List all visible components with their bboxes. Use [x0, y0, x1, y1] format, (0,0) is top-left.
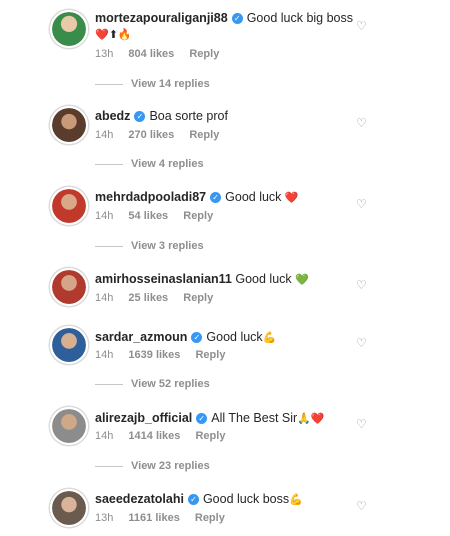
verified-badge-icon: ✓	[231, 13, 243, 24]
view-replies-button[interactable]: View 4 replies	[95, 158, 204, 170]
comment-time: 14h	[95, 430, 114, 442]
avatar[interactable]	[50, 10, 88, 48]
comment-likes[interactable]: 1161 likes	[128, 512, 179, 524]
heart-icon[interactable]: ♡	[356, 198, 368, 210]
avatar[interactable]	[50, 326, 88, 364]
heart-icon[interactable]: ♡	[356, 279, 368, 291]
heart-icon[interactable]: ♡	[356, 20, 368, 32]
reply-button[interactable]: Reply	[195, 430, 225, 442]
avatar[interactable]	[50, 268, 88, 306]
divider-line	[95, 465, 123, 467]
reply-button[interactable]: Reply	[183, 292, 213, 304]
comment-text: Good luck big boss	[246, 11, 353, 25]
view-replies-button[interactable]: View 14 replies	[95, 78, 210, 90]
view-replies-button[interactable]: View 52 replies	[95, 378, 210, 390]
comment-time: 13h	[95, 512, 114, 524]
reply-button[interactable]: Reply	[183, 210, 213, 222]
comment-emoji: ❤️⬆🔥	[95, 29, 132, 41]
comment-time: 14h	[95, 292, 114, 304]
heart-icon[interactable]: ♡	[356, 500, 368, 512]
comment-meta: 14h 25 likes Reply	[95, 292, 225, 304]
divider-line	[95, 245, 123, 247]
divider-line	[95, 83, 123, 85]
verified-badge-icon: ✓	[134, 111, 146, 122]
comment-time: 14h	[95, 210, 114, 222]
comment-meta: 14h 270 likes Reply	[95, 129, 231, 141]
comment-meta: 14h 54 likes Reply	[95, 210, 225, 222]
comment-username[interactable]: alirezajb_official	[95, 411, 192, 425]
comment-likes[interactable]: 1414 likes	[128, 430, 180, 442]
view-replies-button[interactable]: View 3 replies	[95, 240, 204, 252]
comment-text: Good luck	[235, 272, 292, 286]
comment-meta: 13h 1161 likes Reply	[95, 512, 237, 524]
comment-text: Good luck	[206, 330, 263, 344]
verified-badge-icon: ✓	[191, 332, 203, 343]
avatar[interactable]	[50, 187, 88, 225]
comment-emoji: 💚	[295, 274, 309, 286]
heart-icon[interactable]: ♡	[356, 117, 368, 129]
comment-time: 13h	[95, 48, 114, 60]
comment-username[interactable]: amirhosseinaslanian11	[95, 272, 232, 286]
reply-button[interactable]: Reply	[195, 349, 225, 361]
comment-emoji: 💪	[289, 494, 303, 506]
comment-meta: 13h 804 likes Reply	[95, 48, 231, 60]
comment-likes[interactable]: 270 likes	[128, 129, 174, 141]
comment-likes[interactable]: 25 likes	[128, 292, 168, 304]
comment-likes[interactable]: 54 likes	[128, 210, 168, 222]
verified-badge-icon: ✓	[187, 494, 199, 505]
comment-text: Boa sorte prof	[149, 109, 228, 123]
comment-emoji: ❤️	[284, 192, 299, 204]
avatar[interactable]	[50, 106, 88, 144]
comment-likes[interactable]: 1639 likes	[128, 349, 180, 361]
avatar[interactable]	[50, 489, 88, 527]
comment-text: Good luck	[225, 190, 282, 204]
comment-meta: 14h 1639 likes Reply	[95, 349, 237, 361]
comment-username[interactable]: mehrdadpooladi87	[95, 190, 206, 204]
reply-button[interactable]: Reply	[189, 48, 219, 60]
comment-username[interactable]: saeedezatolahi	[95, 492, 184, 506]
reply-button[interactable]: Reply	[195, 512, 225, 524]
comment-time: 14h	[95, 349, 114, 361]
comment-time: 14h	[95, 129, 114, 141]
divider-line	[95, 163, 123, 165]
reply-button[interactable]: Reply	[189, 129, 219, 141]
avatar[interactable]	[50, 407, 88, 445]
comment-text: All The Best Sir	[211, 411, 298, 425]
comment-meta: 14h 1414 likes Reply	[95, 430, 237, 442]
verified-badge-icon: ✓	[196, 413, 208, 424]
heart-icon[interactable]: ♡	[356, 337, 368, 349]
comment-text: Good luck boss	[202, 492, 290, 506]
comment-emoji: 💪	[262, 332, 277, 344]
comment-username[interactable]: mortezapouraliganji88	[95, 11, 228, 25]
verified-badge-icon: ✓	[210, 192, 222, 203]
comment-likes[interactable]: 804 likes	[128, 48, 174, 60]
view-replies-button[interactable]: View 23 replies	[95, 460, 210, 472]
comment-username[interactable]: sardar_azmoun	[95, 330, 187, 344]
divider-line	[95, 383, 123, 385]
heart-icon[interactable]: ♡	[356, 418, 368, 430]
comment-emoji: 🙏❤️	[297, 413, 325, 425]
comment-username[interactable]: abedz	[95, 109, 130, 123]
